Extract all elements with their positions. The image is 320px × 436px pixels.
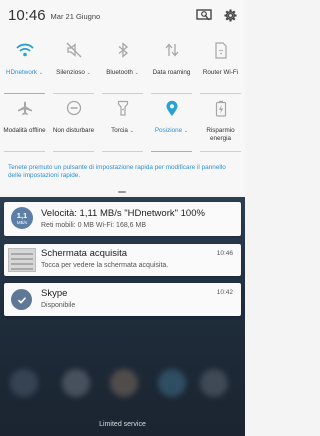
airplane-icon [13, 96, 37, 120]
notification-subtitle: Disponibile [41, 302, 76, 309]
tile-do-not-disturb[interactable]: Non disturbare [49, 94, 98, 152]
notification-subtitle: Reti mobili: 0 MB Wi-Fi: 168,6 MB [41, 222, 147, 229]
mute-icon [62, 38, 86, 62]
tile-label: Data roaming [152, 69, 191, 76]
panel-drag-handle[interactable] [118, 191, 126, 193]
quick-settings-panel: 10:46 Mar 21 Giugno HDnetwork ⌄ Silenzio… [0, 0, 245, 195]
tile-bluetooth[interactable]: Bluetooth ⌄ [98, 36, 147, 94]
tile-location[interactable]: Posizione ⌄ [147, 94, 196, 152]
tile-label: Torcia [111, 127, 128, 134]
power-saving-icon [209, 96, 233, 120]
skype-status-icon [11, 289, 32, 310]
date: Mar 21 Giugno [50, 12, 101, 21]
tile-label: Router Wi-Fi [202, 69, 239, 76]
clock: 10:46 [8, 6, 46, 24]
settings-gear-icon[interactable] [224, 8, 237, 22]
tile-flashlight[interactable]: Torcia ⌄ [98, 94, 147, 152]
tile-power-saving[interactable]: Risparmio energia [196, 94, 245, 152]
do-not-disturb-icon [62, 96, 86, 120]
tile-wifi[interactable]: HDnetwork ⌄ [0, 36, 49, 94]
tile-label: Posizione [154, 127, 183, 134]
screenshot-thumbnail [8, 248, 36, 272]
notification-subtitle: Tocca per vedere la schermata acquisita. [41, 262, 169, 269]
wifi-icon [13, 38, 37, 62]
tile-data-roaming[interactable]: Data roaming [147, 36, 196, 94]
data-roaming-icon [160, 38, 184, 62]
tile-airplane-mode[interactable]: Modalità offline [0, 94, 49, 152]
speed-badge: 1,1 MB/s [11, 207, 33, 229]
tile-label: Modalità offline [3, 127, 46, 134]
notification-skype[interactable]: Skype Disponibile 10:42 [4, 283, 241, 316]
notification-screenshot[interactable]: Schermata acquisita Tocca per vedere la … [4, 244, 241, 276]
status-row: 10:46 Mar 21 Giugno [8, 5, 237, 25]
carrier-status: Limited service [99, 421, 146, 428]
hotspot-icon [209, 38, 233, 62]
quick-settings-grid: HDnetwork ⌄ Silenzioso ⌄ Bluetooth ⌄ Dat… [0, 36, 245, 152]
bluetooth-icon [111, 38, 135, 62]
notification-title: Schermata acquisita [41, 248, 128, 259]
notification-time: 10:46 [216, 250, 233, 257]
quick-panel-hint: Tenete premuto un pulsante di impostazio… [8, 164, 226, 179]
status-icons [196, 8, 237, 22]
tile-label: Non disturbare [52, 127, 95, 134]
tile-wifi-hotspot[interactable]: Router Wi-Fi [196, 36, 245, 94]
notification-title: Velocità: 1,11 MB/s "HDnetwork" 100% [41, 208, 205, 219]
notification-time: 10:42 [216, 289, 233, 296]
location-icon [160, 96, 184, 120]
tile-label: Silenzioso [56, 69, 85, 76]
tile-label: HDnetwork [5, 69, 38, 76]
tile-label: Risparmio energia [206, 127, 235, 142]
tile-label: Bluetooth [106, 69, 133, 76]
notification-network-speed[interactable]: 1,1 MB/s Velocità: 1,11 MB/s "HDnetwork"… [4, 202, 241, 236]
notification-title: Skype [41, 288, 68, 299]
flashlight-icon [111, 96, 135, 120]
screen-capture-icon[interactable] [196, 9, 212, 21]
tile-sound-mode[interactable]: Silenzioso ⌄ [49, 36, 98, 94]
